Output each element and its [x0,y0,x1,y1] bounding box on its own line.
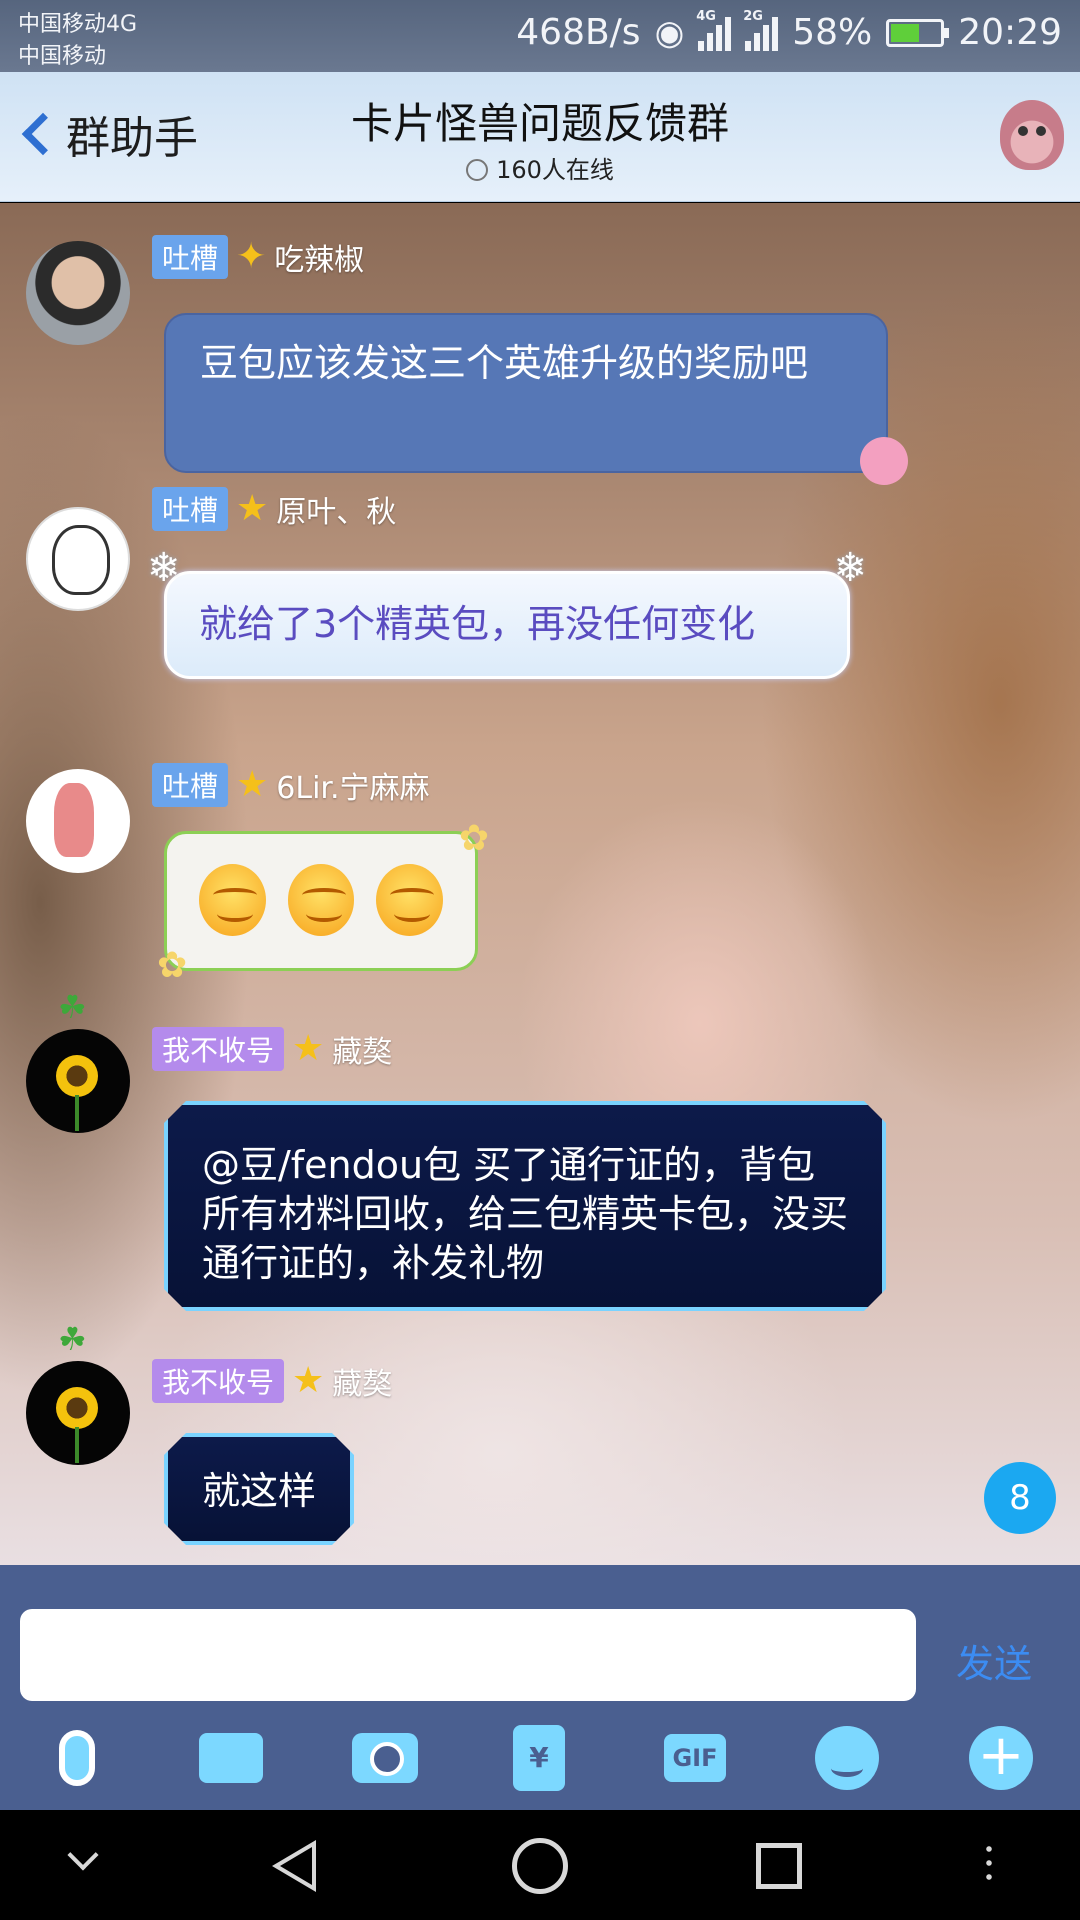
nav-more-icon[interactable] [986,1842,992,1886]
unread-count-badge[interactable]: 8 [984,1462,1056,1534]
snowflake-icon: ❄ [147,545,181,591]
message-bubble[interactable]: @豆/fendou包 买了通行证的，背包所有材料回收，给三包精英卡包，没买通行证… [164,1101,886,1311]
sender-avatar[interactable] [26,1029,130,1133]
message-input[interactable] [20,1609,916,1701]
red-packet-icon: ¥ [513,1725,565,1791]
camera-icon [352,1733,418,1783]
online-count[interactable]: 160人在线 [0,150,1080,185]
nav-recents-icon[interactable] [756,1843,802,1889]
sender-avatar[interactable] [26,241,130,345]
carrier-secondary: 中国移动 [18,44,107,69]
star-icon: ★ [236,764,269,805]
microphone-icon [59,1730,95,1786]
member-title-badge: 吐槽 [152,763,229,807]
composer: 发送 ¥ GIF + [0,1565,1080,1810]
star-icon: ★ [236,488,269,529]
smiley-icon [815,1726,879,1790]
chat-area[interactable]: 吐槽 ✦ 吃辣椒 豆包应该发这三个英雄升级的奖励吧 吐槽 ★ 原叶、秋 就给了3… [0,203,1080,1565]
sender-avatar[interactable] [26,769,130,873]
sim2-network-type: 2G [743,8,763,24]
more-button[interactable]: + [966,1723,1036,1793]
snowflake-icon: ❄ [833,545,867,591]
message-text: 豆包应该发这三个英雄升级的奖励吧 [200,341,809,385]
sender-avatar[interactable] [26,1361,130,1465]
star-icon: ✦ [236,236,267,277]
gif-button[interactable]: GIF [660,1723,730,1793]
emoji-button[interactable] [812,1723,882,1793]
status-bar: 中国移动4G 中国移动 468B/s ◉ 4G 2G 58% 20:29 [0,0,1080,72]
sender-meta: 我不收号 ★ 藏獒 [152,1027,392,1071]
message-bubble[interactable]: 豆包应该发这三个英雄升级的奖励吧 [164,313,908,485]
message-bubble[interactable]: ✿ ✿ [157,818,489,986]
star-icon: ★ [292,1028,325,1069]
group-avatar[interactable] [1000,100,1064,170]
battery-icon [886,18,950,47]
grin-emoji-icon [376,864,444,936]
clover-icon: ☘ [58,1320,87,1358]
send-button[interactable]: 发送 [956,1633,1032,1688]
message-text: 就给了3个精英包，再没任何变化 [199,602,756,646]
sender-meta: 吐槽 ✦ 吃辣椒 [152,235,364,279]
sender-name[interactable]: 吃辣椒 [274,235,364,279]
sender-avatar[interactable] [26,507,130,611]
sender-meta: 吐槽 ★ 6Lir.宁麻麻 [152,763,430,807]
voice-button[interactable] [42,1723,112,1793]
nav-home-icon[interactable] [512,1838,568,1894]
bunny-decoration-icon [860,437,908,485]
group-title[interactable]: 卡片怪兽问题反馈群 [0,90,1080,151]
hide-nav-chevron-icon[interactable] [67,1839,99,1871]
member-title-badge: 我不收号 [152,1359,285,1403]
message-bubble[interactable]: 就给了3个精英包，再没任何变化 ❄ ❄ [147,545,867,679]
chat-header: 群助手 卡片怪兽问题反馈群 160人在线 [0,72,1080,202]
message-bubble[interactable]: 就这样 [164,1433,354,1545]
eye-comfort-icon: ◉ [654,12,685,53]
sender-name[interactable]: 原叶、秋 [276,487,396,531]
network-speed: 468B/s [516,12,641,53]
chevron-down-circle-icon [466,159,489,181]
message-text: 就这样 [202,1469,317,1513]
clock: 20:29 [958,12,1062,53]
online-count-label: 160人在线 [496,156,614,184]
flower-decoration-icon: ✿ [157,945,188,986]
gif-icon: GIF [664,1734,726,1782]
system-nav-bar [0,1810,1080,1920]
member-title-badge: 我不收号 [152,1027,285,1071]
battery-fill [891,23,920,42]
red-packet-button[interactable]: ¥ [504,1723,574,1793]
clover-icon: ☘ [58,988,87,1026]
signal-2g-icon: 2G [743,9,779,51]
nav-back-icon[interactable] [272,1840,316,1892]
grin-emoji-icon [199,864,266,936]
sender-name[interactable]: 藏獒 [332,1027,392,1071]
photo-button[interactable] [196,1723,266,1793]
carrier-primary: 中国移动4G [18,12,138,37]
grin-emoji-icon [287,864,355,936]
plus-icon: + [969,1726,1033,1790]
sender-meta: 吐槽 ★ 原叶、秋 [152,487,396,531]
image-icon [199,1733,263,1783]
message-text: @豆/fendou包 买了通行证的，背包所有材料回收，给三包精英卡包，没买通行证… [202,1143,849,1285]
member-title-badge: 吐槽 [152,235,229,279]
composer-toolbar: ¥ GIF + [0,1723,1080,1803]
sender-meta: 我不收号 ★ 藏獒 [152,1359,392,1403]
status-indicators: 468B/s ◉ 4G 2G 58% 20:29 [516,9,1062,54]
camera-button[interactable] [350,1723,420,1793]
signal-4g-icon: 4G [696,9,732,51]
member-title-badge: 吐槽 [152,487,229,531]
battery-percent: 58% [792,12,873,53]
star-icon: ★ [292,1360,325,1401]
sim1-network-type: 4G [696,8,716,24]
flower-decoration-icon: ✿ [458,818,489,859]
sender-name[interactable]: 藏獒 [332,1359,392,1403]
sender-name[interactable]: 6Lir.宁麻麻 [276,763,429,807]
